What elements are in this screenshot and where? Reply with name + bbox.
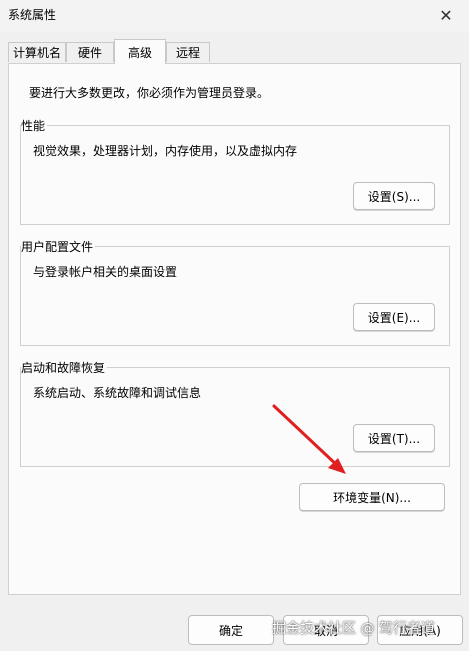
performance-group: 性能 视觉效果，处理器计划，内存使用，以及虚拟内存 设置(S)... (20, 117, 450, 225)
user-profiles-settings-button[interactable]: 设置(E)... (353, 303, 435, 331)
tab-advanced[interactable]: 高级 (114, 39, 166, 64)
close-icon: ✕ (439, 5, 453, 25)
watermark: 掘金技术社区 @ 驾行者道 (272, 621, 435, 637)
tab-label: 计算机名 (12, 46, 61, 60)
tab-remote[interactable]: 远程 (166, 42, 210, 62)
environment-variables-button[interactable]: 环境变量(N)... (299, 483, 445, 511)
startup-recovery-settings-button[interactable]: 设置(T)... (353, 424, 435, 452)
red-arrow-icon (272, 404, 346, 474)
tab-hardware[interactable]: 硬件 (66, 42, 114, 62)
performance-description: 视觉效果，处理器计划，内存使用，以及虚拟内存 (33, 144, 298, 158)
startup-recovery-group-label: 启动和故障恢复 (21, 359, 108, 376)
startup-recovery-group: 启动和故障恢复 系统启动、系统故障和调试信息 设置(T)... (20, 359, 450, 467)
button-label: 设置(T)... (367, 431, 421, 446)
tab-label: 高级 (127, 45, 152, 60)
performance-group-label: 性能 (21, 117, 48, 134)
tab-label: 远程 (175, 46, 200, 60)
tab-computer-name[interactable]: 计算机名 (8, 42, 66, 62)
ok-button[interactable]: 确定 (188, 615, 274, 645)
close-button[interactable]: ✕ (423, 0, 469, 30)
window-title: 系统属性 (8, 8, 57, 22)
advanced-tab-panel: 要进行大多数更改，你必须作为管理员登录。 性能 视觉效果，处理器计划，内存使用，… (8, 63, 461, 595)
startup-recovery-description: 系统启动、系统故障和调试信息 (33, 386, 202, 400)
performance-settings-button[interactable]: 设置(S)... (353, 182, 435, 210)
button-label: 环境变量(N)... (333, 490, 411, 505)
admin-notice: 要进行大多数更改，你必须作为管理员登录。 (29, 86, 270, 100)
user-profiles-description: 与登录帐户相关的桌面设置 (33, 265, 178, 279)
button-label: 设置(S)... (367, 189, 421, 204)
button-label: 设置(E)... (367, 310, 421, 325)
user-profiles-group: 用户配置文件 与登录帐户相关的桌面设置 设置(E)... (20, 238, 450, 346)
tab-label: 硬件 (77, 46, 102, 60)
user-profiles-group-label: 用户配置文件 (21, 238, 96, 255)
button-label: 确定 (218, 623, 243, 638)
title-bar: 系统属性 ✕ (0, 0, 469, 32)
